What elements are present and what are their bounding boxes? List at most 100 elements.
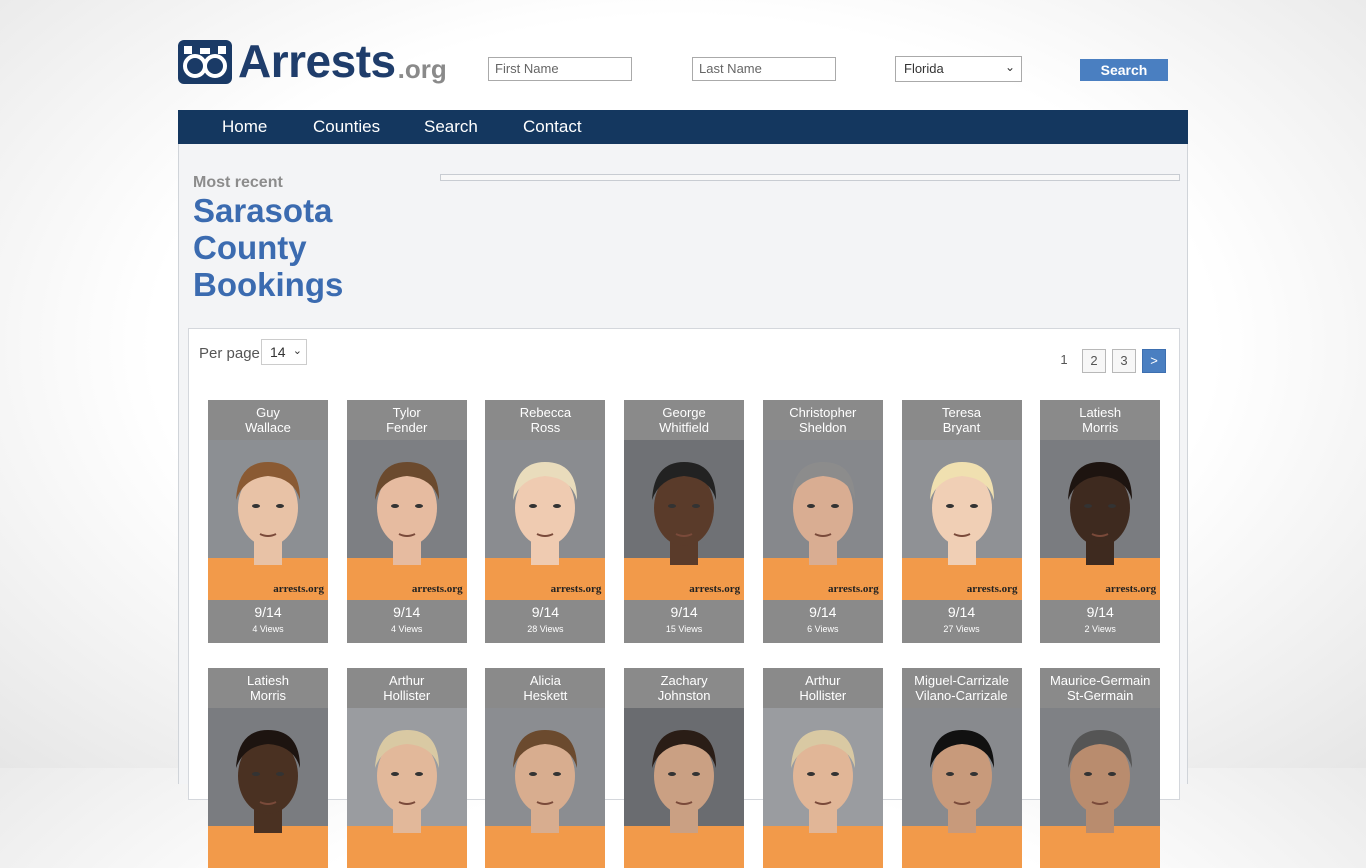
booking-last-name: Johnston	[657, 688, 711, 703]
watermark: arrests.org	[550, 583, 602, 595]
nav-contact[interactable]: Contact	[523, 110, 582, 144]
booking-card[interactable]: Arthur Hollister	[762, 668, 883, 868]
first-name-input[interactable]: First Name	[488, 57, 632, 81]
booking-views: 4 Views	[391, 624, 423, 634]
booking-card[interactable]: Tylor Fender arrests.org 9/14 4 Views	[346, 400, 467, 643]
booking-first-name: Rebecca	[519, 405, 572, 420]
handcuffs-logo-icon	[178, 40, 232, 84]
watermark: arrests.org	[966, 583, 1018, 595]
booking-views: 15 Views	[665, 624, 703, 634]
booking-last-name: Ross	[530, 420, 561, 435]
chevron-down-icon: ⌄	[1004, 60, 1015, 74]
booking-card[interactable]: Arthur Hollister	[346, 668, 467, 868]
booking-first-name: Latiesh	[1079, 405, 1122, 420]
booking-first-name: Alicia	[529, 673, 561, 688]
per-page-select[interactable]: 14 ⌄	[261, 339, 307, 365]
watermark: arrests.org	[273, 583, 324, 595]
mugshot-photo[interactable]: arrests.org	[901, 440, 1022, 600]
next-page-button[interactable]: >	[1142, 349, 1166, 373]
booking-first-name: Latiesh	[247, 673, 289, 688]
mugshot-illustration	[901, 462, 1022, 600]
booking-first-name: Miguel-Carrizale	[914, 673, 1009, 688]
page-title-line: Bookings	[193, 266, 344, 303]
booking-date: 9/14	[254, 604, 282, 620]
booking-last-name: Whitfield	[659, 420, 710, 435]
booking-date: 9/14	[1086, 604, 1114, 620]
booking-name[interactable]: Tylor Fender	[347, 400, 467, 440]
booking-last-name: Bryant	[942, 420, 981, 435]
mugshot-photo[interactable]: arrests.org	[208, 440, 328, 600]
mugshot-photo[interactable]	[1040, 708, 1161, 868]
booking-card[interactable]: Zachary Johnston	[624, 668, 745, 868]
mugshot-illustration	[346, 730, 467, 868]
booking-name[interactable]: Rebecca Ross	[485, 400, 605, 440]
mugshot-illustration	[762, 730, 883, 868]
booking-views: 27 Views	[943, 624, 980, 634]
page-link[interactable]: 3	[1112, 349, 1136, 373]
booking-name[interactable]: George Whitfield	[624, 400, 744, 440]
booking-name[interactable]: Christopher Sheldon	[763, 400, 883, 440]
page-title-line: Sarasota	[193, 192, 333, 229]
booking-card[interactable]: Latiesh Morris arrests.org 9/14 2 Views	[1040, 400, 1161, 643]
site-logo[interactable]: Arrests .org	[178, 34, 447, 84]
booking-card[interactable]: George Whitfield arrests.org 9/14 15 Views	[624, 400, 745, 643]
pagination: 1 2 3 >	[1052, 349, 1166, 373]
booking-views: 6 Views	[807, 624, 839, 634]
mugshot-illustration	[762, 462, 883, 600]
booking-name[interactable]: Alicia Heskett	[485, 668, 605, 708]
booking-first-name: Guy	[256, 405, 280, 420]
mugshot-photo[interactable]	[485, 708, 606, 868]
booking-card[interactable]: Alicia Heskett	[485, 668, 606, 868]
booking-last-name: Sheldon	[798, 420, 847, 435]
booking-date: 9/14	[670, 604, 698, 620]
booking-card[interactable]: Rebecca Ross arrests.org 9/14 28 Views	[485, 400, 606, 643]
last-name-input[interactable]: Last Name	[692, 57, 836, 81]
mugshot-illustration	[485, 730, 606, 868]
nav-search[interactable]: Search	[424, 110, 478, 144]
nav-home[interactable]: Home	[222, 110, 267, 144]
booking-last-name: Vilano-Carrizale	[915, 688, 1008, 703]
main-content: Most recent Sarasota County Bookings Per…	[178, 144, 1188, 868]
mugshot-photo[interactable]: arrests.org	[1040, 440, 1161, 600]
watermark: arrests.org	[1105, 583, 1157, 595]
booking-date: 9/14	[809, 604, 837, 620]
mugshot-photo[interactable]	[901, 708, 1022, 868]
booking-card[interactable]: Maurice-Germain St-Germain	[1040, 668, 1161, 868]
booking-name[interactable]: Miguel-Carrizale Vilano-Carrizale	[902, 668, 1022, 708]
bookings-panel: Per page 14 ⌄ 1 2 3 > Guy Wallace arrests.…	[188, 328, 1180, 868]
booking-name[interactable]: Teresa Bryant	[902, 400, 1022, 440]
page-link[interactable]: 2	[1082, 349, 1106, 373]
mugshot-photo[interactable]: arrests.org	[485, 440, 606, 600]
booking-name[interactable]: Latiesh Morris	[1040, 400, 1160, 440]
booking-card[interactable]: Guy Wallace arrests.org 9/14 4 Views	[208, 400, 328, 643]
booking-card[interactable]: Miguel-Carrizale Vilano-Carrizale	[901, 668, 1022, 868]
mugshot-illustration	[901, 730, 1022, 868]
booking-name[interactable]: Arthur Hollister	[347, 668, 467, 708]
watermark: arrests.org	[411, 583, 463, 595]
booking-card[interactable]: Christopher Sheldon arrests.org 9/14 6 Views	[762, 400, 883, 643]
booking-name[interactable]: Maurice-Germain St-Germain	[1040, 668, 1160, 708]
booking-date: 9/14	[531, 604, 560, 620]
booking-card[interactable]: Latiesh Morris	[208, 668, 328, 868]
page-title: Sarasota County Bookings	[193, 192, 393, 303]
mugshot-photo[interactable]	[762, 708, 883, 868]
booking-card[interactable]: Teresa Bryant arrests.org 9/14 27 Views	[901, 400, 1022, 643]
nav-counties[interactable]: Counties	[313, 110, 380, 144]
booking-date: 9/14	[947, 604, 976, 620]
booking-name[interactable]: Zachary Johnston	[624, 668, 744, 708]
booking-views: 2 Views	[1084, 624, 1116, 634]
booking-first-name: Zachary	[660, 673, 708, 688]
mugshot-photo[interactable]: arrests.org	[346, 440, 467, 600]
booking-name[interactable]: Guy Wallace	[208, 400, 328, 440]
booking-name[interactable]: Latiesh Morris	[208, 668, 328, 708]
mugshot-photo[interactable]	[624, 708, 745, 868]
booking-first-name: Christopher	[789, 405, 857, 420]
mugshot-photo[interactable]	[346, 708, 467, 868]
search-button[interactable]: Search	[1080, 59, 1168, 81]
booking-name[interactable]: Arthur Hollister	[763, 668, 883, 708]
mugshot-photo[interactable]	[208, 708, 328, 868]
mugshot-photo[interactable]: arrests.org	[624, 440, 745, 600]
booking-last-name: St-Germain	[1066, 688, 1134, 703]
mugshot-photo[interactable]: arrests.org	[762, 440, 883, 600]
state-select[interactable]: Florida ⌄	[895, 56, 1022, 82]
